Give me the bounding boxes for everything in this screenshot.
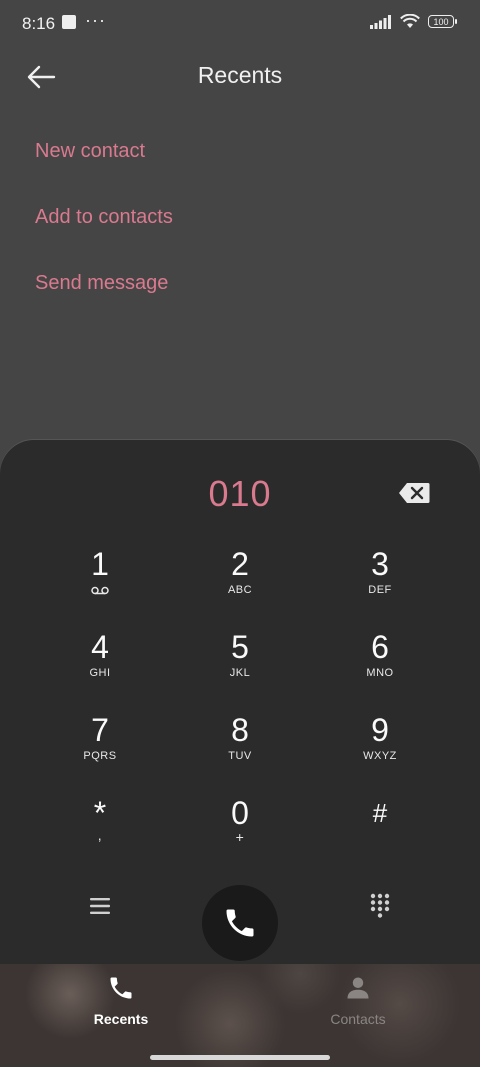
key-letters: + xyxy=(235,829,245,845)
key-digit: 1 xyxy=(91,546,109,582)
battery-level: 100 xyxy=(433,16,449,27)
key-letters: , xyxy=(97,827,103,843)
nav-tab-contacts[interactable]: Contacts xyxy=(298,974,418,1036)
key-digit: 9 xyxy=(371,712,389,748)
new-contact-option[interactable]: New contact xyxy=(35,140,173,206)
call-button[interactable] xyxy=(202,885,278,961)
number-options-list: New contact Add to contacts Send message xyxy=(35,140,173,338)
key-star[interactable]: * , xyxy=(45,791,155,871)
notification-icon xyxy=(62,15,76,29)
key-digit: 6 xyxy=(371,629,389,665)
key-1[interactable]: 1 xyxy=(45,542,155,622)
send-message-option[interactable]: Send message xyxy=(35,272,173,338)
wifi-icon xyxy=(400,14,420,28)
status-time: 8:16 xyxy=(22,14,56,33)
voicemail-icon xyxy=(91,586,109,595)
key-digit: 3 xyxy=(371,546,389,582)
key-digit: * xyxy=(93,795,107,831)
status-icons: 100 xyxy=(370,14,457,29)
key-digit: 8 xyxy=(231,712,249,748)
key-digit: 4 xyxy=(91,629,109,665)
nav-tab-recents[interactable]: Recents xyxy=(61,974,181,1036)
key-letters: GHI xyxy=(89,667,111,679)
signal-icon xyxy=(370,14,391,29)
key-9[interactable]: 9 WXYZ xyxy=(325,708,435,788)
phone-icon xyxy=(110,977,132,999)
key-letters: TUV xyxy=(228,750,252,762)
key-digit: 2 xyxy=(231,546,249,582)
person-icon xyxy=(347,977,369,999)
key-digit: # xyxy=(372,798,388,828)
dialpad-toggle-button[interactable] xyxy=(366,891,394,919)
key-letters: WXYZ xyxy=(363,750,397,762)
key-hash[interactable]: # xyxy=(325,791,435,871)
nav-label-recents: Recents xyxy=(93,1011,149,1027)
key-3[interactable]: 3 DEF xyxy=(325,542,435,622)
key-7[interactable]: 7 PQRS xyxy=(45,708,155,788)
phone-icon xyxy=(226,909,254,937)
page-title: Recents xyxy=(197,62,283,88)
dialer-panel: 010 1 2 ABC 3 DEF 4 GHI 5 JKL 6 MNO 7 PQ… xyxy=(0,440,480,964)
key-8[interactable]: 8 TUV xyxy=(185,708,295,788)
status-bar: 8:16 ··· 100 xyxy=(0,0,480,46)
backspace-icon xyxy=(399,483,430,503)
key-letters: ABC xyxy=(227,584,253,596)
key-0[interactable]: 0 + xyxy=(185,791,295,871)
menu-icon xyxy=(90,898,110,914)
key-digit: 5 xyxy=(231,629,249,665)
more-notifications-icon: ··· xyxy=(85,10,106,30)
bottom-navigation: Recents Contacts xyxy=(0,964,480,1067)
key-digit: 0 xyxy=(231,795,249,831)
home-indicator[interactable] xyxy=(150,1055,330,1060)
key-2[interactable]: 2 ABC xyxy=(185,542,295,622)
app-header: Recents xyxy=(0,50,480,104)
backspace-button[interactable] xyxy=(398,482,430,504)
key-4[interactable]: 4 GHI xyxy=(45,625,155,705)
key-letters: JKL xyxy=(229,667,251,679)
dialpad-icon xyxy=(370,893,390,918)
key-letters: DEF xyxy=(368,584,392,596)
key-letters: PQRS xyxy=(83,750,117,762)
battery-icon: 100 xyxy=(428,15,457,28)
add-to-contacts-option[interactable]: Add to contacts xyxy=(35,206,173,272)
key-digit: 7 xyxy=(91,712,109,748)
key-letters: MNO xyxy=(366,667,394,679)
key-6[interactable]: 6 MNO xyxy=(325,625,435,705)
dialer-action-bar xyxy=(0,860,480,961)
nav-label-contacts: Contacts xyxy=(330,1011,386,1027)
key-5[interactable]: 5 JKL xyxy=(185,625,295,705)
menu-button[interactable] xyxy=(86,892,114,920)
